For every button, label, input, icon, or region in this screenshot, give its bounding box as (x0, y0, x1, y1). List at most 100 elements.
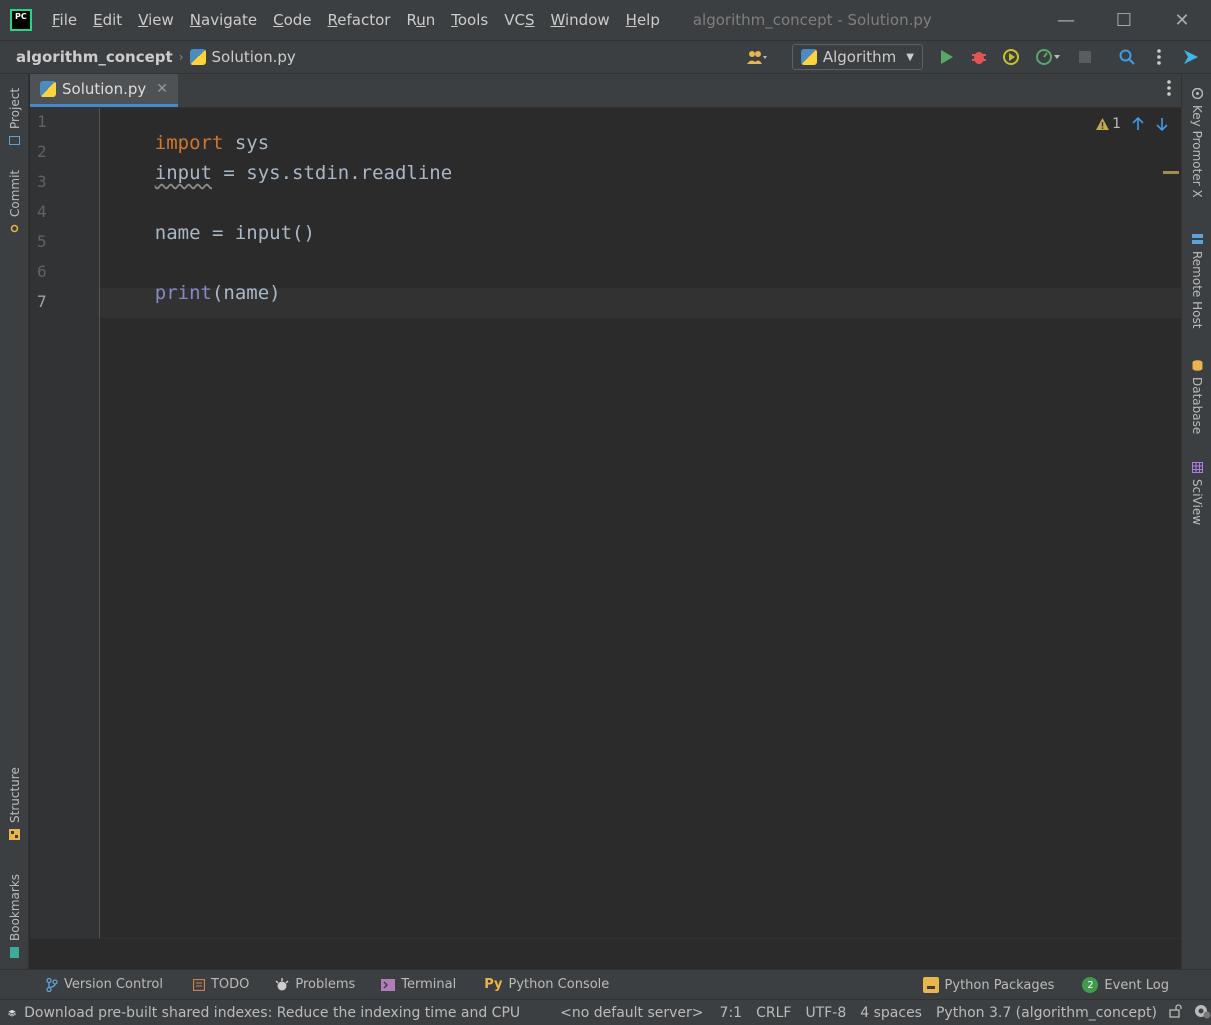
bookmarks-tool-label: Bookmarks (8, 873, 22, 941)
python-file-icon (189, 49, 206, 65)
remote-host-tool-tab[interactable]: Remote Host (1187, 234, 1207, 334)
code-line-2[interactable]: input = sys.stdin.readline (109, 140, 452, 206)
menu-item-0[interactable]: File (44, 11, 85, 29)
menu-item-mnemonic: R (327, 11, 338, 29)
line-separator-widget[interactable]: CRLF (756, 1005, 791, 1021)
run-with-coverage-icon[interactable] (999, 45, 1023, 69)
line-number[interactable]: 6 (37, 262, 57, 281)
tab-options-icon[interactable] (1167, 80, 1171, 100)
warning-count: 1 (1112, 116, 1121, 132)
code-editor[interactable]: import sys input = sys.stdin.readline na… (100, 108, 1181, 938)
todo-tool-button[interactable]: TODO (192, 977, 249, 992)
default-server-widget[interactable]: <no default server> (560, 1005, 703, 1021)
editor-tab-bar: Solution.py ✕ (30, 74, 1181, 108)
code-with-me-icon[interactable] (740, 45, 774, 69)
python-console-icon: Py (484, 977, 503, 992)
menu-item-text: ools (457, 11, 489, 29)
editor-tab-solution[interactable]: Solution.py ✕ (30, 74, 179, 107)
menu-item-4[interactable]: Code (265, 11, 319, 29)
navigation-bar: algorithm_concept › Solution.py Algorith… (0, 40, 1211, 74)
run-icon[interactable] (935, 45, 959, 69)
line-number[interactable]: 2 (37, 142, 57, 161)
run-configuration-dropdown[interactable]: Algorithm ▼ (791, 44, 923, 70)
encoding-widget[interactable]: UTF-8 (805, 1005, 846, 1021)
menu-item-text: ile (59, 11, 78, 29)
event-log-count: 2 (1087, 979, 1094, 991)
key-promoter-tool-tab[interactable]: Key Promoter X (1187, 88, 1207, 208)
python-packages-tool-button[interactable]: Python Packages (922, 977, 1054, 993)
menu-item-mnemonic: W (550, 11, 565, 29)
main-menu: File Edit View Navigate Code Refactor Run Tools… (44, 11, 668, 29)
menu-item-mnemonic: N (189, 11, 202, 29)
sciview-icon (1191, 462, 1203, 473)
window-controls: — ☐ ✕ (1037, 0, 1211, 40)
menu-item-2[interactable]: View (130, 11, 182, 29)
line-number[interactable]: 7 (37, 292, 57, 311)
line-number[interactable]: 5 (37, 232, 57, 251)
terminal-tool-button[interactable]: Terminal (381, 977, 456, 992)
menu-item-mnemonic: u (416, 11, 426, 29)
minimize-button[interactable]: — (1037, 0, 1095, 40)
warning-icon (1096, 118, 1110, 130)
sciview-tool-tab[interactable]: SciView (1187, 462, 1207, 532)
commit-tool-tab[interactable]: Commit (5, 168, 25, 234)
stop-icon[interactable] (1073, 45, 1097, 69)
structure-tool-tab[interactable]: Structure (5, 758, 25, 840)
close-window-button[interactable]: ✕ (1153, 0, 1211, 40)
code-line-6[interactable]: print(name) (109, 260, 281, 326)
menu-item-3[interactable]: Navigate (182, 11, 265, 29)
caret-position[interactable]: 7:1 (720, 1005, 743, 1021)
version-control-tool-button[interactable]: Version Control (46, 977, 163, 992)
warning-indicator[interactable]: 1 (1095, 116, 1121, 132)
menu-item-mnemonic: T (451, 11, 458, 29)
bottom-tools-right: Python Packages 2 Event Log (905, 970, 1211, 1000)
bookmarks-tool-tab[interactable]: Bookmarks (5, 864, 25, 958)
maximize-button[interactable]: ☐ (1095, 0, 1153, 40)
line-number[interactable]: 3 (37, 172, 57, 191)
status-message[interactable]: Download pre-built shared indexes: Reduc… (8, 1005, 520, 1021)
close-tab-icon[interactable]: ✕ (156, 81, 168, 97)
menu-item-5[interactable]: Refactor (320, 11, 399, 29)
inspection-widget[interactable]: 1 (1095, 116, 1169, 132)
bookmarks-icon (10, 947, 20, 958)
previous-highlight-icon[interactable] (1131, 117, 1145, 131)
python-console-tool-button[interactable]: Py Python Console (484, 977, 609, 992)
menu-item-6[interactable]: Run (398, 11, 443, 29)
shadowed-builtin-warning[interactable]: input (155, 162, 212, 184)
problems-tool-button[interactable]: Problems (275, 977, 355, 992)
run-configuration-label: Algorithm (822, 48, 897, 66)
menu-item-7[interactable]: Tools (443, 11, 496, 29)
menu-item-1[interactable]: Edit (85, 11, 130, 29)
project-tool-tab[interactable]: Project (5, 82, 25, 146)
code-with-me-session-icon[interactable] (1179, 45, 1203, 69)
warning-scroll-marker[interactable] (1163, 171, 1179, 174)
read-only-lock-icon[interactable] (1169, 1003, 1183, 1022)
bottom-tool-window-bar: Version Control TODO Problems Terminal P… (0, 969, 1211, 999)
python-file-icon (40, 81, 56, 97)
next-highlight-icon[interactable] (1155, 117, 1169, 131)
commit-icon (11, 224, 19, 233)
line-number[interactable]: 4 (37, 202, 57, 221)
breadcrumb-file[interactable]: Solution.py (189, 48, 296, 66)
indent-widget[interactable]: 4 spaces (860, 1005, 922, 1021)
interpreter-widget[interactable]: Python 3.7 (algorithm_concept) (936, 1005, 1157, 1021)
profile-icon[interactable] (1031, 45, 1065, 69)
search-icon[interactable] (1115, 45, 1139, 69)
code-line-4[interactable]: name = input() (109, 200, 315, 266)
menu-item-8[interactable]: VCS (496, 11, 542, 29)
menu-item-text: elp (636, 11, 660, 29)
debug-icon[interactable] (967, 45, 991, 69)
menu-item-10[interactable]: Help (618, 11, 668, 29)
event-log-tool-button[interactable]: 2 Event Log (1082, 977, 1169, 993)
more-actions-icon[interactable] (1147, 45, 1171, 69)
branch-icon (46, 977, 58, 992)
database-tool-tab[interactable]: Database (1187, 360, 1207, 440)
line-number[interactable]: 1 (37, 112, 57, 131)
inspection-profile-icon[interactable] (1193, 1003, 1211, 1023)
breadcrumb-project[interactable]: algorithm_concept (16, 48, 173, 66)
terminal-icon (381, 978, 396, 991)
menu-item-text: indow (565, 11, 610, 29)
event-log-badge: 2 (1082, 977, 1099, 993)
menu-item-9[interactable]: Window (542, 11, 617, 29)
key-promoter-tool-label: Key Promoter X (1190, 105, 1204, 198)
